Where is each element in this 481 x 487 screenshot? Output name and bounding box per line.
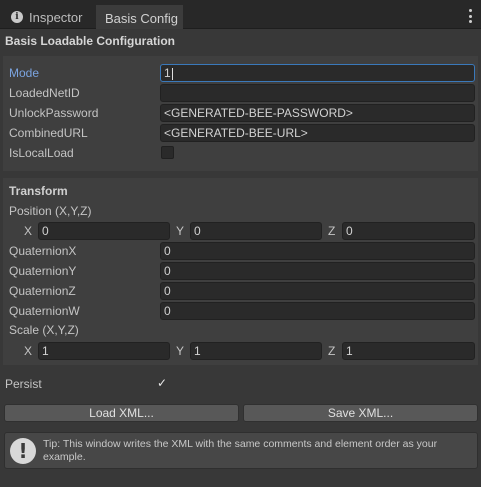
tab-inspector-label: Inspector	[29, 9, 83, 25]
position-x-label: X	[24, 224, 33, 238]
tip-text: Tip: This window writes the XML with the…	[43, 438, 438, 463]
quaternion-w-input[interactable]: 0	[160, 302, 475, 320]
info-icon: i	[11, 11, 23, 23]
page-title: Basis Loadable Configuration	[5, 34, 176, 48]
unlock-password-input[interactable]: <GENERATED-BEE-PASSWORD>	[160, 104, 475, 122]
loaded-net-id-input[interactable]	[160, 84, 475, 102]
save-xml-button[interactable]: Save XML...	[243, 404, 478, 422]
load-xml-button[interactable]: Load XML...	[4, 404, 239, 422]
quaternion-w-label: QuaternionW	[9, 304, 80, 318]
tab-inspector[interactable]: i Inspector	[3, 5, 93, 29]
position-y-label: Y	[176, 224, 185, 238]
warning-icon: !	[10, 438, 36, 464]
scale-y-label: Y	[176, 344, 185, 358]
more-options-icon[interactable]	[468, 9, 472, 23]
scale-y-input[interactable]: 1	[190, 342, 322, 360]
scale-x-label: X	[24, 344, 33, 358]
combined-url-input[interactable]: <GENERATED-BEE-URL>	[160, 124, 475, 142]
tab-basis-config-label: Basis Config	[105, 10, 178, 26]
is-local-load-checkbox[interactable]	[161, 146, 174, 159]
mode-input[interactable]: 1	[160, 64, 475, 82]
position-z-label: Z	[328, 224, 336, 238]
unlock-password-label: UnlockPassword	[9, 106, 99, 120]
mode-label: Mode	[9, 66, 40, 80]
loaded-net-id-label: LoadedNetID	[9, 86, 80, 100]
scale-z-label: Z	[328, 344, 336, 358]
quaternion-x-input[interactable]: 0	[160, 242, 475, 260]
quaternion-y-input[interactable]: 0	[160, 262, 475, 280]
position-x-input[interactable]: 0	[38, 222, 170, 240]
quaternion-y-label: QuaternionY	[9, 264, 77, 278]
mode-value: 1	[164, 66, 171, 80]
quaternion-z-input[interactable]: 0	[160, 282, 475, 300]
persist-checkbox[interactable]: ✓	[156, 376, 169, 390]
quaternion-z-label: QuaternionZ	[9, 284, 76, 298]
position-y-input[interactable]: 0	[190, 222, 322, 240]
scale-z-input[interactable]: 1	[342, 342, 475, 360]
transform-heading: Transform	[9, 184, 68, 198]
position-label: Position (X,Y,Z)	[9, 204, 92, 218]
check-icon: ✓	[157, 376, 168, 390]
is-local-load-label: IsLocalLoad	[9, 146, 74, 160]
scale-x-input[interactable]: 1	[38, 342, 170, 360]
tab-bar: i Inspector Basis Config	[0, 0, 481, 29]
quaternion-x-label: QuaternionX	[9, 244, 77, 258]
scale-label: Scale (X,Y,Z)	[9, 323, 79, 337]
combined-url-label: CombinedURL	[9, 126, 88, 140]
persist-label: Persist	[5, 377, 42, 391]
tab-basis-config[interactable]: Basis Config	[96, 5, 183, 29]
position-z-input[interactable]: 0	[342, 222, 475, 240]
tip-box: ! Tip: This window writes the XML with t…	[4, 432, 478, 469]
